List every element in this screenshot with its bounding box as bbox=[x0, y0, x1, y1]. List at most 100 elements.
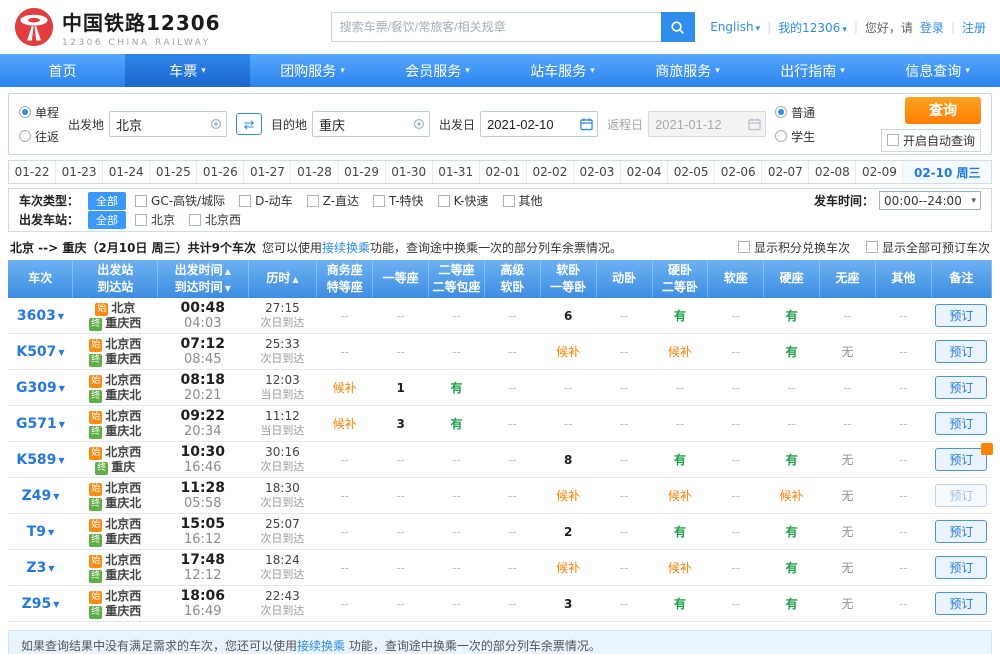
date-tab[interactable]: 02-04 bbox=[621, 161, 668, 183]
radio-icon[interactable] bbox=[19, 130, 31, 142]
date-tab-selected[interactable]: 02-10 周三 bbox=[903, 161, 991, 183]
date-tab[interactable]: 01-30 bbox=[386, 161, 433, 183]
filter-option-北京[interactable]: 北京 bbox=[135, 211, 175, 228]
search-input[interactable] bbox=[331, 12, 661, 42]
sort-asc-icon[interactable]: ▲ bbox=[225, 267, 231, 276]
date-tab[interactable]: 02-06 bbox=[715, 161, 762, 183]
book-button[interactable]: 预订 bbox=[935, 520, 987, 543]
transfer-link[interactable]: 接续换乘 bbox=[297, 639, 345, 653]
date-tab[interactable]: 01-24 bbox=[103, 161, 150, 183]
filter-option-北京西[interactable]: 北京西 bbox=[189, 211, 241, 228]
date-tab[interactable]: 01-27 bbox=[244, 161, 291, 183]
expand-train-icon[interactable]: ▼ bbox=[59, 384, 65, 393]
checkbox-icon[interactable] bbox=[135, 195, 147, 207]
train-number-link[interactable]: G309 bbox=[16, 380, 57, 396]
date-tab[interactable]: 02-05 bbox=[668, 161, 715, 183]
filter-option-其他[interactable]: 其他 bbox=[503, 192, 543, 209]
book-button[interactable]: 预订 bbox=[935, 340, 987, 363]
date-tab[interactable]: 02-02 bbox=[527, 161, 574, 183]
date-tab[interactable]: 01-26 bbox=[197, 161, 244, 183]
expand-train-icon[interactable]: ▼ bbox=[58, 312, 64, 321]
column-header[interactable]: 出发时间▲到达时间▼ bbox=[158, 260, 248, 298]
nav-item-商旅服务[interactable]: 商旅服务▾ bbox=[625, 54, 750, 87]
nav-item-信息查询[interactable]: 信息查询▾ bbox=[875, 54, 1000, 87]
date-tab[interactable]: 02-01 bbox=[480, 161, 527, 183]
station-all-badge[interactable]: 全部 bbox=[88, 211, 126, 229]
nav-item-首页[interactable]: 首页 bbox=[0, 54, 125, 87]
filter-option-T-特快[interactable]: T-特快 bbox=[373, 192, 424, 209]
train-number-link[interactable]: Z49 bbox=[22, 488, 52, 504]
transfer-link[interactable]: 接续换乘 bbox=[322, 241, 370, 255]
book-button[interactable]: 预订 bbox=[935, 448, 987, 471]
filter-option-GC-高铁/城际[interactable]: GC-高铁/城际 bbox=[135, 192, 225, 209]
train-number-link[interactable]: 3603 bbox=[17, 308, 56, 324]
date-tab[interactable]: 02-07 bbox=[762, 161, 809, 183]
checkbox-icon[interactable] bbox=[887, 134, 899, 146]
filter-option-K-快速[interactable]: K-快速 bbox=[438, 192, 489, 209]
train-number-link[interactable]: K589 bbox=[16, 452, 56, 468]
radio-icon[interactable] bbox=[775, 130, 787, 142]
expand-train-icon[interactable]: ▼ bbox=[53, 492, 59, 501]
trip-type-roundtrip[interactable]: 往返 bbox=[19, 128, 59, 145]
book-button[interactable]: 预订 bbox=[935, 412, 987, 435]
checkbox-icon[interactable] bbox=[307, 195, 319, 207]
book-button[interactable]: 预订 bbox=[935, 484, 987, 507]
train-number-link[interactable]: G571 bbox=[16, 416, 57, 432]
train-type-all-badge[interactable]: 全部 bbox=[88, 192, 126, 210]
radio-icon[interactable] bbox=[775, 106, 787, 118]
login-link[interactable]: 登录 bbox=[920, 19, 944, 36]
date-tab[interactable]: 01-28 bbox=[291, 161, 338, 183]
query-button[interactable]: 查询 bbox=[905, 97, 981, 124]
toggle-points-exchange[interactable]: 显示积分兑换车次 bbox=[738, 239, 850, 256]
expand-train-icon[interactable]: ▼ bbox=[59, 420, 65, 429]
book-button[interactable]: 预订 bbox=[935, 304, 987, 327]
book-button[interactable]: 预订 bbox=[935, 556, 987, 579]
checkbox-icon[interactable] bbox=[239, 195, 251, 207]
date-tab[interactable]: 01-29 bbox=[339, 161, 386, 183]
depart-time-select[interactable]: 00:00--24:00 ▾ bbox=[879, 191, 981, 210]
expand-train-icon[interactable]: ▼ bbox=[58, 456, 64, 465]
checkbox-icon[interactable] bbox=[503, 195, 515, 207]
train-number-link[interactable]: K507 bbox=[16, 344, 56, 360]
auto-query-toggle[interactable]: 开启自动查询 bbox=[881, 129, 981, 152]
date-tab[interactable]: 02-09 bbox=[856, 161, 903, 183]
book-button[interactable]: 预订 bbox=[935, 376, 987, 399]
swap-stations-button[interactable]: ⇄ bbox=[236, 113, 262, 135]
nav-item-团购服务[interactable]: 团购服务▾ bbox=[250, 54, 375, 87]
sort-desc-icon[interactable]: ▼ bbox=[225, 284, 231, 293]
passenger-type-normal[interactable]: 普通 bbox=[775, 104, 815, 121]
my-12306-menu[interactable]: 我的12306▾ bbox=[778, 19, 847, 36]
checkbox-icon[interactable] bbox=[373, 195, 385, 207]
checkbox-icon[interactable] bbox=[866, 241, 878, 253]
expand-train-icon[interactable]: ▼ bbox=[53, 600, 59, 609]
train-number-link[interactable]: T9 bbox=[27, 524, 46, 540]
nav-item-出行指南[interactable]: 出行指南▾ bbox=[750, 54, 875, 87]
sort-asc-icon[interactable]: ▲ bbox=[292, 275, 298, 284]
toggle-show-all-bookable[interactable]: 显示全部可预订车次 bbox=[866, 239, 990, 256]
search-button[interactable] bbox=[661, 12, 695, 42]
nav-item-站车服务[interactable]: 站车服务▾ bbox=[500, 54, 625, 87]
date-tab[interactable]: 01-23 bbox=[56, 161, 103, 183]
expand-train-icon[interactable]: ▼ bbox=[48, 528, 54, 537]
expand-train-icon[interactable]: ▼ bbox=[58, 348, 64, 357]
date-tab[interactable]: 01-22 bbox=[9, 161, 56, 183]
brand-home-link[interactable]: 中国铁路12306 12306 CHINA RAILWAY bbox=[14, 7, 221, 48]
checkbox-icon[interactable] bbox=[135, 214, 147, 226]
passenger-type-student[interactable]: 学生 bbox=[775, 128, 815, 145]
expand-train-icon[interactable]: ▼ bbox=[48, 564, 54, 573]
checkbox-icon[interactable] bbox=[438, 195, 450, 207]
filter-option-D-动车[interactable]: D-动车 bbox=[239, 192, 293, 209]
column-header[interactable]: 历时▲ bbox=[248, 260, 317, 298]
language-menu[interactable]: English▾ bbox=[710, 20, 760, 34]
date-tab[interactable]: 02-03 bbox=[574, 161, 621, 183]
radio-icon[interactable] bbox=[19, 106, 31, 118]
register-link[interactable]: 注册 bbox=[962, 19, 986, 36]
date-tab[interactable]: 02-08 bbox=[809, 161, 856, 183]
train-number-link[interactable]: Z3 bbox=[26, 560, 46, 576]
book-button[interactable]: 预订 bbox=[935, 592, 987, 615]
trip-type-oneway[interactable]: 单程 bbox=[19, 104, 59, 121]
date-tab[interactable]: 01-31 bbox=[433, 161, 480, 183]
nav-item-会员服务[interactable]: 会员服务▾ bbox=[375, 54, 500, 87]
train-number-link[interactable]: Z95 bbox=[22, 596, 52, 612]
nav-item-车票[interactable]: 车票▾ bbox=[125, 54, 250, 87]
